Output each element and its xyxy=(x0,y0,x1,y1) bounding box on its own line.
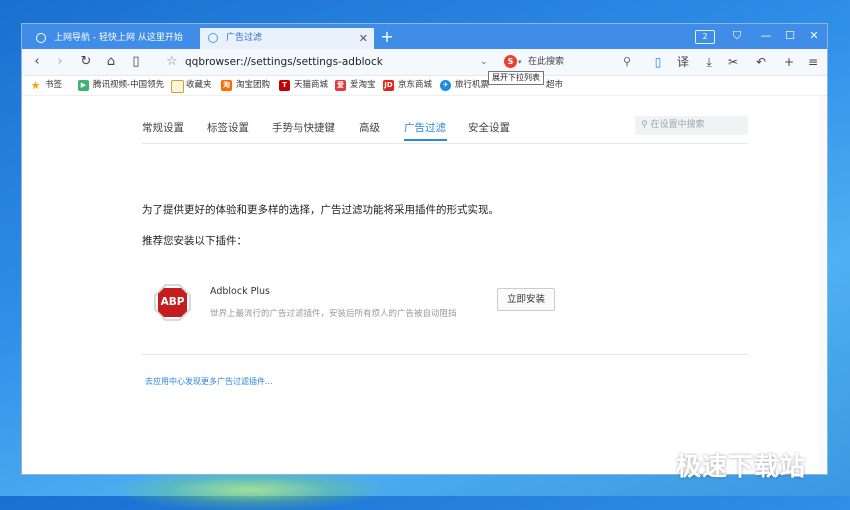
chevron-down-icon[interactable]: ⌄ xyxy=(480,52,488,72)
bookmark-item[interactable]: 收藏夹 xyxy=(171,76,217,95)
adblock-plus-logo: ABP xyxy=(156,286,189,319)
back-icon[interactable]: ‹ xyxy=(27,52,47,72)
search-icon[interactable]: ⚲ xyxy=(623,52,631,72)
bookmark-item[interactable]: T 天猫商城 xyxy=(279,76,333,95)
window-counter-badge[interactable]: 2 xyxy=(695,30,715,44)
tab-label: 广告过滤 xyxy=(226,33,263,43)
tab-label: 上网导航 - 轻快上网 从这里开始 xyxy=(54,33,183,43)
tab-bar: 上网导航 - 轻快上网 从这里开始 广告过滤 ✕ + 2 ⛉ — ☐ ✕ xyxy=(22,24,827,49)
settings-tab-adblock[interactable]: 广告过滤 xyxy=(404,120,446,136)
more-plugins-link[interactable]: 去应用中心发现更多广告过滤插件... xyxy=(145,376,273,387)
active-tab-indicator xyxy=(404,139,447,141)
tab-home-navigation[interactable]: 上网导航 - 轻快上网 从这里开始 xyxy=(28,28,200,49)
settings-tab-advanced[interactable]: 高级 xyxy=(359,120,380,136)
settings-tab-general[interactable]: 常规设置 xyxy=(142,120,184,136)
tencent-video-icon: ▶ xyxy=(78,80,89,91)
bookmark-item[interactable]: ★ 书签 xyxy=(30,76,70,95)
plugin-description: 世界上最流行的广告过滤插件，安装后所有烦人的广告被自动阻挡 xyxy=(210,309,457,319)
address-field[interactable]: qqbrowser://settings/settings-adblock xyxy=(185,52,383,72)
refresh-icon[interactable]: ↻ xyxy=(76,52,96,72)
sogou-search-engine-icon[interactable]: S xyxy=(504,55,517,68)
close-window-icon[interactable]: ✕ xyxy=(803,27,825,45)
maximize-icon[interactable]: ☐ xyxy=(779,27,801,45)
jd-icon: JD xyxy=(383,80,394,91)
bookmark-item[interactable]: ▶ 腾讯视频-中国领先 xyxy=(78,76,164,95)
tab-adblock[interactable]: 广告过滤 ✕ xyxy=(200,28,374,49)
new-tab-button[interactable]: + xyxy=(378,26,396,48)
undo-icon[interactable]: ↶ xyxy=(751,52,771,72)
bookmark-item[interactable]: JD 京东商城 xyxy=(383,76,437,95)
bookmark-item[interactable]: 淘 淘宝团购 xyxy=(221,76,275,95)
tooltip: 展开下拉列表 xyxy=(488,71,544,85)
settings-tab-security[interactable]: 安全设置 xyxy=(468,120,510,136)
qq-browser-tab-icon xyxy=(36,33,46,43)
download-icon[interactable]: ⤓ xyxy=(699,52,719,72)
search-input[interactable]: 在此搜索 xyxy=(528,52,564,72)
scrollbar[interactable] xyxy=(819,96,827,474)
bookmark-item[interactable]: 超市 xyxy=(542,76,576,95)
star-icon: ★ xyxy=(30,79,41,92)
browser-window: 上网导航 - 轻快上网 从这里开始 广告过滤 ✕ + 2 ⛉ — ☐ ✕ ‹ ›… xyxy=(21,23,828,475)
recommend-text: 推荐您安装以下插件： xyxy=(142,235,247,247)
install-button[interactable]: 立即安装 xyxy=(497,288,555,311)
minimize-icon[interactable]: — xyxy=(755,27,777,45)
skin-shirt-icon[interactable]: ⛉ xyxy=(726,27,748,45)
settings-page: 常规设置 标签设置 手势与快捷键 高级 广告过滤 安全设置 ⚲ 在设置中搜索 为… xyxy=(22,96,827,474)
desktop-background-glow xyxy=(120,470,380,510)
bookmark-item[interactable]: ✈ 旅行机票 xyxy=(440,76,490,95)
tmall-icon: T xyxy=(279,80,290,91)
folder-icon xyxy=(171,80,184,93)
search-engine-dropdown-icon[interactable]: ▾ xyxy=(518,52,522,72)
adblock-intro-text: 为了提供更好的体验和更多样的选择，广告过滤功能将采用插件的形式实现。 xyxy=(142,204,499,216)
taobao-icon: 淘 xyxy=(221,80,232,91)
travel-ticket-icon: ✈ xyxy=(440,80,451,91)
settings-tab-tabs[interactable]: 标签设置 xyxy=(207,120,249,136)
forward-icon[interactable]: › xyxy=(50,52,70,72)
divider xyxy=(142,354,748,355)
settings-tab-icon xyxy=(208,33,218,43)
screenshot-scissors-icon[interactable]: ✂ xyxy=(723,52,743,72)
plugin-name: Adblock Plus xyxy=(210,286,270,297)
translate-button[interactable]: 译 xyxy=(673,52,693,72)
address-toolbar: ‹ › ↻ ⌂ ▯ ☆ qqbrowser://settings/setting… xyxy=(22,49,827,76)
bookmarks-bar: ★ 书签 ▶ 腾讯视频-中国领先 收藏夹 淘 淘宝团购 T 天猫商城 爱 爱淘宝… xyxy=(22,76,827,96)
settings-tab-gestures[interactable]: 手势与快捷键 xyxy=(272,120,335,136)
watermark: 极速下载站 xyxy=(676,452,807,481)
bookmark-item[interactable]: 爱 爱淘宝 xyxy=(335,76,380,95)
home-icon[interactable]: ⌂ xyxy=(101,52,121,72)
add-icon[interactable]: + xyxy=(779,52,799,72)
divider xyxy=(142,143,748,144)
menu-icon[interactable]: ≡ xyxy=(803,52,823,72)
close-tab-icon[interactable]: ✕ xyxy=(359,28,368,49)
aitaobao-icon: 爱 xyxy=(335,80,346,91)
phone-sync-icon[interactable]: ▯ xyxy=(648,52,668,72)
bookmark-star-icon[interactable]: ☆ xyxy=(166,52,178,72)
settings-search-input[interactable]: ⚲ 在设置中搜索 xyxy=(635,116,748,135)
reading-mode-icon[interactable]: ▯ xyxy=(126,52,146,72)
